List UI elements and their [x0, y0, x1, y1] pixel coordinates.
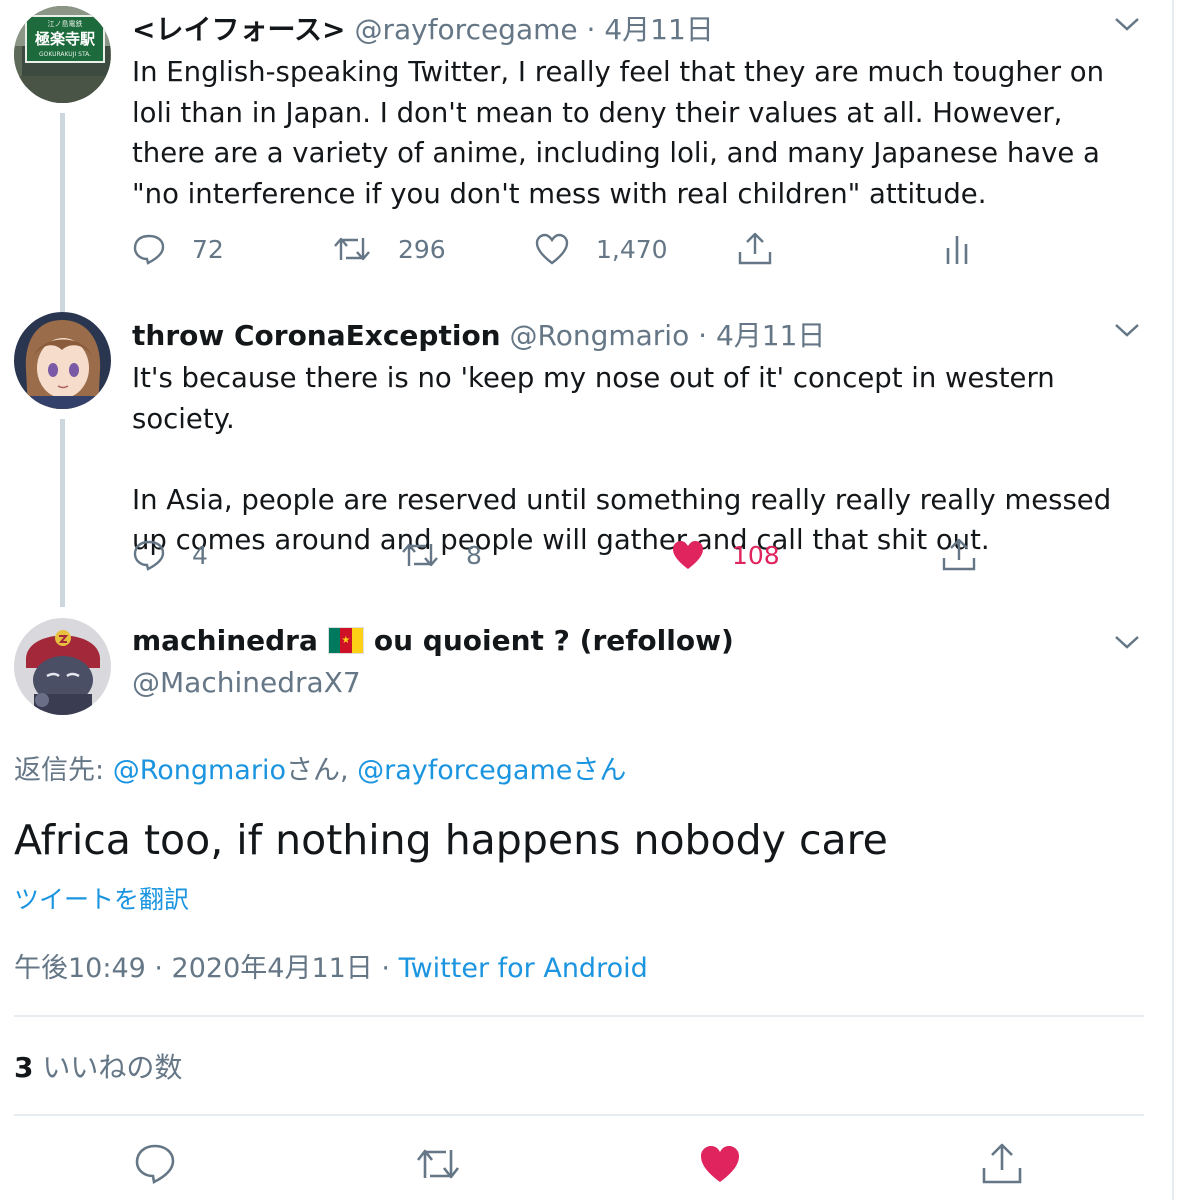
svg-text:極楽寺駅: 極楽寺駅	[34, 30, 96, 48]
tweet-header: <レイフォース> @rayforcegame · 4月11日	[132, 8, 714, 48]
share-icon	[942, 538, 976, 571]
share-button[interactable]	[940, 538, 978, 572]
tweet-timestamp[interactable]: 午後10:49 · 2020年4月11日 ·	[14, 953, 399, 984]
likes-count-line[interactable]: 3 いいねの数	[14, 1046, 182, 1086]
thread-connector-line	[60, 113, 65, 300]
twitter-thread-page: 江ノ島電鉄 極楽寺駅 GOKURAKUJI STA. <レイフォース> @ray…	[0, 0, 1190, 1200]
retweet-icon	[402, 543, 438, 567]
heart-icon	[535, 233, 569, 265]
tweet-text: In English-speaking Twitter, I really fe…	[132, 56, 1105, 210]
user-handle[interactable]: @Rongmario	[510, 319, 690, 352]
display-name-suffix[interactable]: ou quoient ? (refollow)	[374, 624, 734, 657]
separator-dot: ·	[698, 319, 708, 352]
chevron-down-icon[interactable]	[1112, 14, 1142, 34]
reply-to-link-rongmario[interactable]: @Rongmario	[113, 755, 286, 786]
retweet-count: 296	[398, 234, 446, 264]
like-count: 108	[732, 540, 780, 570]
reply-button[interactable]: 4	[132, 538, 208, 572]
likes-label: いいねの数	[33, 1051, 183, 1084]
reply-count: 4	[192, 540, 208, 570]
heart-filled-icon[interactable]	[698, 1142, 742, 1186]
tweet-date[interactable]: 4月11日	[716, 319, 825, 352]
share-icon	[738, 232, 772, 265]
analytics-button[interactable]	[944, 232, 970, 266]
reply-to-link-rayforcegame[interactable]: @rayforcegame	[357, 755, 572, 786]
reply-icon	[133, 234, 165, 265]
reply-to-label: 返信先:	[14, 755, 113, 786]
reply-count: 72	[192, 234, 224, 264]
main-tweet-text: Africa too, if nothing happens nobody ca…	[14, 816, 888, 864]
heart-filled-icon	[673, 541, 703, 569]
column-border	[1172, 0, 1174, 1200]
tweet-timestamp-line: 午後10:49 · 2020年4月11日 · Twitter for Andro…	[14, 946, 648, 985]
thread-tweet-2[interactable]: throw CoronaException @Rongmario · 4月11日…	[0, 300, 1160, 610]
user-handle[interactable]: @rayforcegame	[354, 13, 577, 46]
anime-girl-avatar-image	[14, 312, 111, 409]
tweet-date[interactable]: 4月11日	[604, 13, 713, 46]
retweet-icon	[334, 237, 370, 261]
likes-count: 3	[14, 1051, 34, 1084]
main-tweet-header: machinedra ★ ou quoient ? (refollow)	[132, 624, 734, 657]
avatar[interactable]: 江ノ島電鉄 極楽寺駅 GOKURAKUJI STA.	[14, 6, 111, 103]
reply-icon[interactable]	[133, 1142, 177, 1186]
retweet-button[interactable]: 8	[400, 538, 482, 572]
cameroon-flag-icon: ★	[327, 627, 364, 654]
reply-to-line: 返信先: @Rongmarioさん, @rayforcegameさん	[14, 748, 626, 787]
divider	[14, 1114, 1144, 1116]
like-button[interactable]: 108	[670, 538, 780, 572]
share-button[interactable]	[736, 232, 774, 266]
avatar[interactable]	[14, 312, 111, 409]
share-icon[interactable]	[980, 1142, 1024, 1186]
retweet-button[interactable]: 296	[332, 232, 446, 266]
like-count: 1,470	[596, 234, 668, 264]
tweet-text: It's because there is no 'keep my nose o…	[132, 362, 1112, 556]
retweet-count: 8	[466, 540, 482, 570]
analytics-icon	[946, 236, 968, 264]
reply-icon	[133, 540, 165, 571]
reply-to-suffix: さん,	[285, 755, 358, 786]
svg-text:GOKURAKUJI STA.: GOKURAKUJI STA.	[39, 51, 91, 58]
avatar[interactable]	[14, 618, 111, 715]
divider	[14, 1015, 1144, 1017]
separator-dot: ·	[586, 13, 596, 46]
tweet-header: throw CoronaException @Rongmario · 4月11日	[132, 314, 825, 354]
thread-connector-line	[60, 300, 65, 312]
chevron-down-icon[interactable]	[1112, 320, 1142, 340]
tweet-source-link[interactable]: Twitter for Android	[399, 953, 648, 984]
tweet-actions: 72 296 1,470	[132, 232, 1032, 272]
display-name[interactable]: throw CoronaException	[132, 319, 501, 352]
thread-connector-line	[60, 419, 65, 607]
station-sign-avatar-image: 江ノ島電鉄 極楽寺駅 GOKURAKUJI STA.	[14, 6, 111, 103]
user-handle[interactable]: @MachinedraX7	[132, 666, 361, 699]
chevron-down-icon[interactable]	[1112, 632, 1142, 652]
like-button[interactable]: 1,470	[534, 232, 668, 266]
reply-to-suffix: さん	[572, 755, 627, 786]
robot-character-avatar-image	[14, 618, 111, 715]
tweet-actions: 4 8 108	[132, 538, 1032, 578]
reply-button[interactable]: 72	[132, 232, 224, 266]
display-name[interactable]: machinedra	[132, 624, 318, 657]
translate-tweet-link[interactable]: ツイートを翻訳	[14, 880, 189, 916]
display-name[interactable]: <レイフォース>	[132, 13, 346, 46]
thread-tweet-1[interactable]: 江ノ島電鉄 極楽寺駅 GOKURAKUJI STA. <レイフォース> @ray…	[0, 0, 1160, 300]
svg-text:江ノ島電鉄: 江ノ島電鉄	[48, 19, 83, 28]
retweet-icon[interactable]	[414, 1142, 462, 1186]
